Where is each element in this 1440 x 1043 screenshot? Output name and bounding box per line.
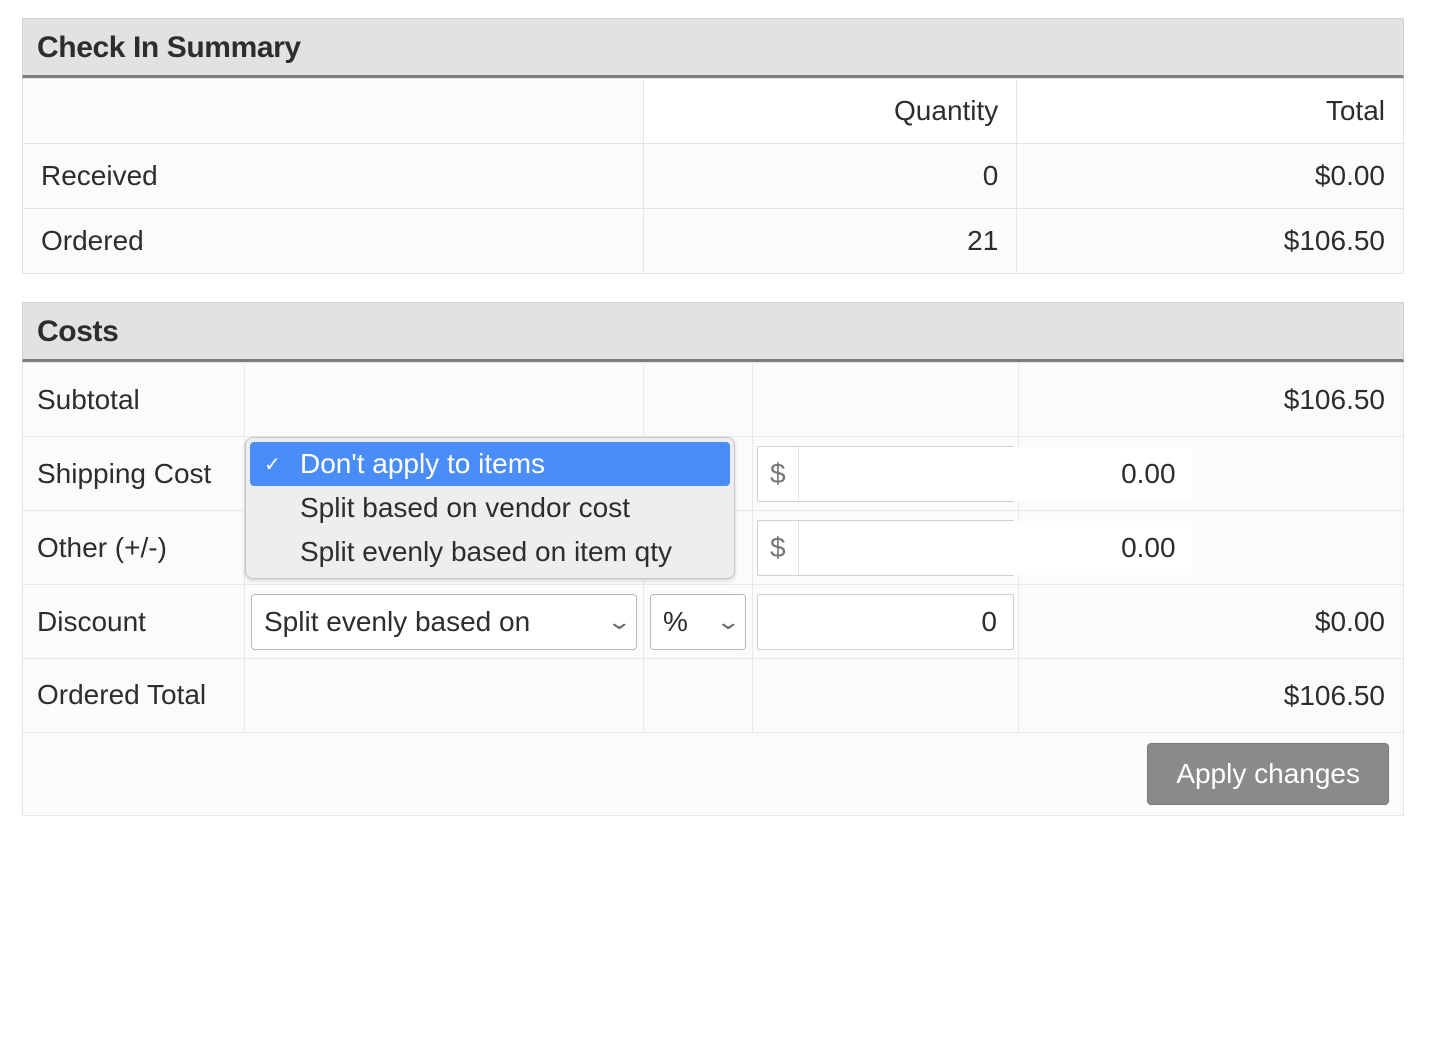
discount-total: $0.00 bbox=[1019, 585, 1404, 659]
currency-prefix: $ bbox=[758, 447, 799, 501]
ordered-total-value: $106.50 bbox=[1019, 659, 1404, 733]
other-cost-input-group: $ bbox=[757, 520, 1014, 576]
costs-footer: Apply changes bbox=[23, 733, 1404, 816]
discount-method-selected: Split evenly based on bbox=[264, 606, 530, 638]
shipping-method-option[interactable]: ✓ Don't apply to items bbox=[250, 442, 730, 486]
shipping-method-option-label: Split evenly based on item qty bbox=[300, 536, 672, 568]
summary-row-ordered: Ordered 21 $106.50 bbox=[23, 209, 1404, 274]
costs-label-ordered-total: Ordered Total bbox=[23, 659, 245, 733]
discount-method-select[interactable]: Split evenly based on ⌄ bbox=[251, 594, 637, 650]
summary-table: Quantity Total Received 0 $0.00 Ordered … bbox=[22, 78, 1404, 274]
summary-row-total: $0.00 bbox=[1017, 144, 1404, 209]
costs-row-ordered-total: Ordered Total $106.50 bbox=[23, 659, 1404, 733]
costs-row-discount: Discount Split evenly based on ⌄ % ⌄ bbox=[23, 585, 1404, 659]
apply-changes-button[interactable]: Apply changes bbox=[1147, 743, 1389, 805]
chevron-down-icon: ⌄ bbox=[606, 609, 632, 635]
chevron-down-icon: ⌄ bbox=[715, 609, 741, 635]
summary-header-total: Total bbox=[1017, 79, 1404, 144]
costs-row-subtotal: Subtotal $106.50 bbox=[23, 363, 1404, 437]
shipping-method-option-label: Don't apply to items bbox=[300, 448, 545, 480]
costs-label-subtotal: Subtotal bbox=[23, 363, 245, 437]
shipping-cost-input[interactable] bbox=[799, 447, 1192, 501]
costs-label-other: Other (+/-) bbox=[23, 511, 245, 585]
summary-row-label: Ordered bbox=[23, 209, 644, 274]
discount-unit-selected: % bbox=[663, 606, 688, 638]
summary-row-label: Received bbox=[23, 144, 644, 209]
summary-section-header: Check In Summary bbox=[22, 18, 1404, 78]
check-icon: ✓ bbox=[264, 452, 281, 477]
discount-value-input[interactable] bbox=[757, 594, 1014, 650]
summary-row-qty: 0 bbox=[644, 144, 1017, 209]
costs-label-shipping: Shipping Cost bbox=[23, 437, 245, 511]
currency-prefix: $ bbox=[758, 521, 799, 575]
discount-unit-select[interactable]: % ⌄ bbox=[650, 594, 746, 650]
summary-header-qty: Quantity bbox=[644, 79, 1017, 144]
shipping-method-option[interactable]: Split evenly based on item qty bbox=[250, 530, 730, 574]
costs-table: Subtotal $106.50 Shipping Cost ✓ Don't a… bbox=[22, 362, 1404, 816]
costs-row-shipping: Shipping Cost ✓ Don't apply to items Spl… bbox=[23, 437, 1404, 511]
shipping-method-option-label: Split based on vendor cost bbox=[300, 492, 630, 524]
summary-header-blank bbox=[23, 79, 644, 144]
shipping-cost-input-group: $ bbox=[757, 446, 1014, 502]
costs-label-discount: Discount bbox=[23, 585, 245, 659]
shipping-method-option[interactable]: Split based on vendor cost bbox=[250, 486, 730, 530]
summary-row-received: Received 0 $0.00 bbox=[23, 144, 1404, 209]
summary-row-total: $106.50 bbox=[1017, 209, 1404, 274]
shipping-method-dropdown[interactable]: ✓ Don't apply to items Split based on ve… bbox=[245, 437, 735, 579]
costs-subtotal-value: $106.50 bbox=[1019, 363, 1404, 437]
summary-row-qty: 21 bbox=[644, 209, 1017, 274]
other-cost-input[interactable] bbox=[799, 521, 1192, 575]
costs-section-header: Costs bbox=[22, 302, 1404, 362]
